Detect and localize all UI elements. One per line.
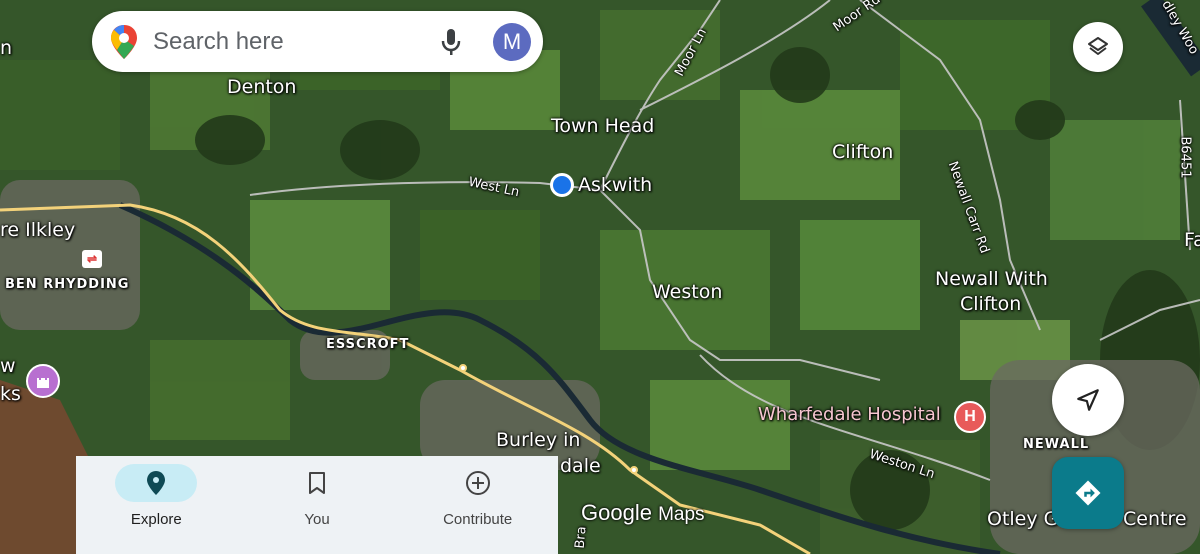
- tab-explore-pill[interactable]: [115, 464, 198, 502]
- map-label-partial-w: w: [0, 355, 16, 377]
- location-pin-icon: [147, 471, 166, 495]
- watermark-maps: Maps: [658, 504, 705, 525]
- layers-icon: [1088, 37, 1108, 55]
- tab-you-pill[interactable]: [276, 464, 358, 502]
- map-label-centre[interactable]: Centre: [1123, 508, 1187, 530]
- bookmark-icon: [309, 472, 325, 494]
- tab-contribute-pill[interactable]: [437, 464, 519, 502]
- map-label-partial-ks: ks: [0, 383, 21, 405]
- map-label-otley[interactable]: Otley G: [987, 508, 1058, 530]
- directions-button[interactable]: [1052, 457, 1124, 529]
- road-label-b6451: B6451: [1177, 136, 1193, 179]
- map-label-newall[interactable]: NEWALL: [1023, 437, 1089, 452]
- map-label-ben-rhydding[interactable]: BEN RHYDDING: [5, 277, 129, 292]
- map-label-newall-with-clifton[interactable]: Newall With: [935, 268, 1048, 290]
- map-label-askwith[interactable]: Askwith: [578, 174, 652, 196]
- map-label-burley-in[interactable]: Burley in: [496, 429, 580, 451]
- search-input[interactable]: Search here: [153, 28, 439, 56]
- search-bar[interactable]: Search here M: [92, 11, 543, 72]
- recenter-button[interactable]: [1052, 364, 1124, 436]
- bottom-navigation: Explore You Contribute: [76, 456, 558, 554]
- map-label-clifton[interactable]: Clifton: [832, 141, 893, 163]
- navigation-arrow-icon: [1077, 389, 1099, 411]
- map-label-newall-with-clifton-line2[interactable]: Clifton: [960, 293, 1021, 315]
- train-station-icon[interactable]: ⇌: [82, 250, 102, 268]
- add-circle-icon: [465, 471, 490, 495]
- layers-button[interactable]: [1073, 22, 1123, 72]
- google-maps-watermark: Google Maps: [581, 500, 705, 526]
- tab-explore-label: Explore: [130, 511, 182, 528]
- map-label-wharfedale-hospital[interactable]: Wharfedale Hospital: [758, 404, 941, 425]
- map-label-burley-dale[interactable]: dale: [560, 455, 601, 477]
- tab-you[interactable]: You: [237, 456, 398, 554]
- map-label-partial-fa: Fa: [1184, 229, 1200, 251]
- tab-you-label: You: [304, 511, 330, 528]
- account-avatar[interactable]: M: [493, 22, 531, 61]
- map-label-ilkley[interactable]: re Ilkley: [0, 219, 75, 241]
- map-label-denton[interactable]: Denton: [227, 76, 296, 98]
- map-label-weston[interactable]: Weston: [652, 281, 722, 303]
- tab-contribute-label: Contribute: [443, 511, 513, 528]
- castle-marker-icon[interactable]: [26, 364, 60, 398]
- tab-contribute[interactable]: Contribute: [397, 456, 558, 554]
- map-label-town-head[interactable]: Town Head: [551, 115, 654, 137]
- google-maps-logo-icon: [111, 24, 137, 59]
- map-label-partial-n: n: [0, 37, 13, 59]
- microphone-icon[interactable]: [439, 27, 463, 57]
- directions-icon: [1075, 480, 1101, 506]
- tab-explore[interactable]: Explore: [76, 456, 237, 554]
- map-label-esscroft[interactable]: ESSCROFT: [326, 337, 409, 352]
- hospital-marker-icon[interactable]: H: [954, 401, 986, 433]
- watermark-google: Google: [581, 500, 652, 525]
- road-label-partial-bra: Bra: [572, 525, 590, 550]
